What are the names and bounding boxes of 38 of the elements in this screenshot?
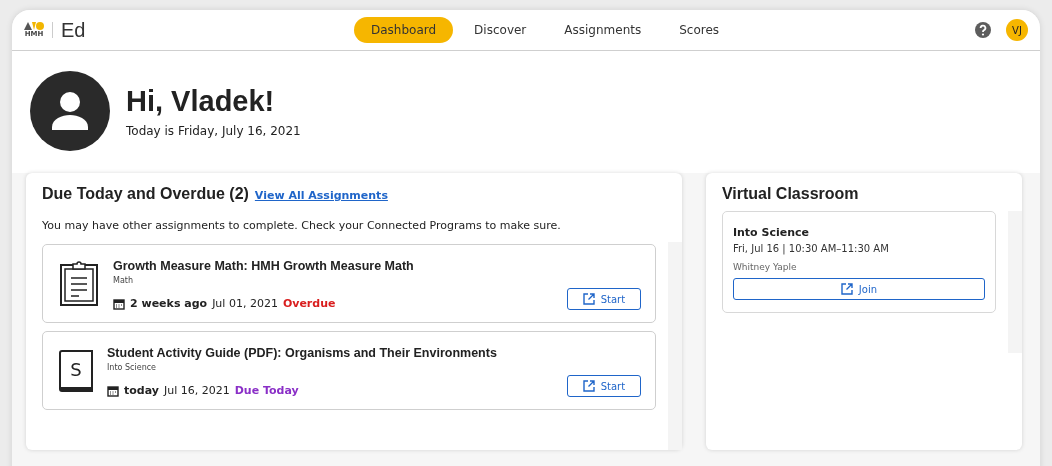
book-icon: S xyxy=(59,350,93,392)
clipboard-icon xyxy=(59,259,99,307)
start-button[interactable]: Start xyxy=(566,375,641,397)
relative-date: today xyxy=(124,384,159,397)
nav-tab[interactable]: Discover xyxy=(457,17,544,43)
teacher-name: Whitney Yaple xyxy=(732,262,798,272)
section-title: Due Today and Overdue (2) xyxy=(42,185,249,203)
due-date: Jul 16, 2021 xyxy=(163,384,230,397)
external-link-icon xyxy=(582,380,595,392)
session-time: Fri, Jul 16 | 10:30 AM–11:30 AM xyxy=(732,243,890,254)
logo-icon xyxy=(24,22,44,30)
subject-text: Math xyxy=(113,276,134,285)
status-text: Due Today xyxy=(234,384,299,397)
join-button[interactable]: Join xyxy=(732,278,985,300)
relative-date: 2 weeks ago xyxy=(130,297,208,310)
calendar-icon xyxy=(107,384,119,397)
greeting-title: Hi, Vladek! xyxy=(126,84,276,118)
subject-text: Into Science xyxy=(107,363,157,372)
start-button[interactable]: Start xyxy=(566,288,641,310)
section-title: Virtual Classroom xyxy=(721,185,859,203)
external-link-icon xyxy=(840,283,853,295)
due-date: Jul 01, 2021 xyxy=(212,297,278,310)
help-icon[interactable] xyxy=(974,21,992,39)
calendar-icon xyxy=(113,297,125,310)
external-link-icon xyxy=(582,293,595,305)
status-text: Overdue xyxy=(282,297,336,310)
assignment-title: Student Activity Guide (PDF): Organisms and Their Environments xyxy=(107,346,498,360)
nav-tab[interactable]: Scores xyxy=(662,17,737,43)
user-avatar[interactable]: VJ xyxy=(1006,19,1028,41)
avatar-silhouette-icon xyxy=(30,71,110,151)
assignment-title: Growth Measure Math: HMH Growth Measure Math xyxy=(113,259,415,273)
date-text: Today is Friday, July 16, 2021 xyxy=(126,123,301,138)
info-text: You may have other assignments to complete. Check your Connected Programs to make sure. xyxy=(41,218,562,234)
app-name: Ed xyxy=(60,18,86,42)
view-all-link[interactable]: View All Assignments xyxy=(254,189,388,202)
nav-tab[interactable]: Dashboard xyxy=(354,17,454,43)
session-title: Into Science xyxy=(732,226,810,239)
nav-tab[interactable]: Assignments xyxy=(547,17,659,43)
